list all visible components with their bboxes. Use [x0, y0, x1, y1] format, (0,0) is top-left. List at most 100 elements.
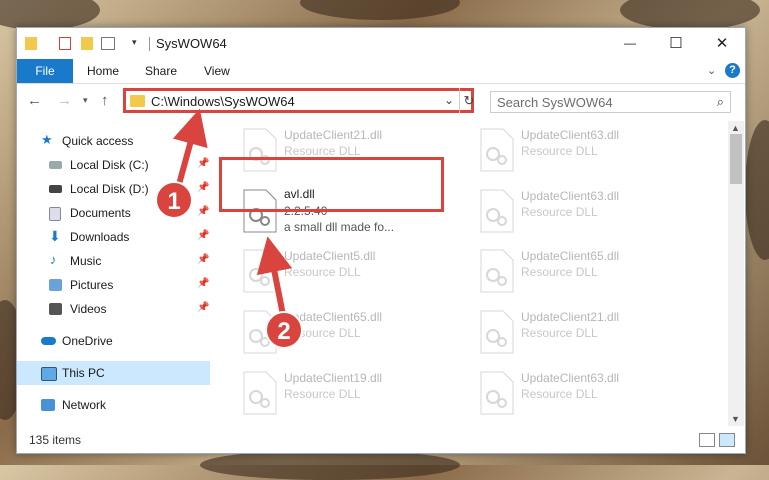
file-name: UpdateClient5.dll: [284, 249, 376, 263]
pin-icon: 📌: [197, 158, 210, 169]
file-type: Resource DLL: [521, 265, 598, 279]
dll-file-icon: [480, 310, 514, 354]
help-icon[interactable]: ?: [725, 63, 740, 78]
properties-icon[interactable]: [59, 37, 71, 50]
drive-icon: [49, 161, 62, 169]
scroll-thumb[interactable]: [730, 134, 742, 184]
dll-file-icon: [480, 128, 514, 172]
file-item[interactable]: UpdateClient63.dll Resource DLL: [473, 367, 698, 421]
file-item[interactable]: UpdateClient5.dll Resource DLL: [236, 245, 461, 299]
search-icon[interactable]: ⌕: [717, 94, 724, 110]
file-type: Resource DLL: [521, 387, 598, 401]
pin-icon: 📌: [197, 206, 210, 217]
status-bar: 135 items: [17, 428, 745, 452]
tab-home[interactable]: Home: [87, 59, 119, 83]
file-type: Resource DLL: [521, 144, 598, 158]
explorer-window: ▾ SysWOW64 — ☐ ✕ File Home Share View ⌄ …: [16, 27, 746, 454]
minimize-button[interactable]: —: [607, 28, 653, 59]
file-name: UpdateClient21.dll: [521, 310, 620, 324]
file-type: Resource DLL: [284, 144, 361, 158]
sidebar-item-label: Videos: [70, 302, 107, 316]
sidebar-item-this-pc[interactable]: This PC: [17, 361, 210, 385]
star-icon: ★: [41, 132, 53, 147]
quick-access-customize-icon[interactable]: [101, 37, 115, 50]
step-callout-2: 2: [265, 311, 303, 349]
sidebar-item-downloads[interactable]: ⬇ Downloads 📌: [17, 225, 210, 249]
refresh-icon[interactable]: ↻: [459, 88, 478, 113]
folder-icon[interactable]: [25, 37, 37, 50]
dll-file-icon: [243, 371, 277, 415]
sidebar-item-videos[interactable]: Videos 📌: [17, 297, 210, 321]
sidebar-item-onedrive[interactable]: OneDrive: [17, 329, 210, 353]
sidebar-item-label: Documents: [70, 206, 131, 220]
sidebar-item-label: This PC: [62, 366, 105, 380]
dll-file-icon: [243, 249, 277, 293]
large-icons-view-icon[interactable]: [719, 433, 735, 447]
close-button[interactable]: ✕: [699, 28, 745, 59]
tab-file[interactable]: File: [17, 59, 73, 83]
download-icon: ⬇: [49, 228, 61, 244]
scroll-up-icon[interactable]: ▲: [731, 123, 740, 133]
dll-file-icon: [480, 371, 514, 415]
forward-arrow-icon[interactable]: →: [57, 92, 72, 109]
search-placeholder[interactable]: Search SysWOW64: [497, 95, 613, 110]
sidebar-item-label: Music: [70, 254, 102, 268]
file-name: UpdateClient21.dll: [284, 128, 383, 142]
sidebar-item-label: OneDrive: [62, 334, 113, 348]
file-item[interactable]: UpdateClient21.dll Resource DLL: [473, 306, 698, 360]
file-type: Resource DLL: [284, 265, 361, 279]
videos-icon: [49, 303, 62, 315]
highlight-selected-file: [219, 157, 444, 212]
sidebar-item-local-disk-c[interactable]: Local Disk (C:) 📌: [17, 153, 210, 177]
sidebar-item-pictures[interactable]: Pictures 📌: [17, 273, 210, 297]
navigation-pane: ★ Quick access Local Disk (C:) 📌 Local D…: [17, 121, 210, 421]
file-name: UpdateClient63.dll: [521, 128, 620, 142]
chevron-down-icon[interactable]: ▾: [132, 37, 144, 50]
folder-icon: [130, 95, 145, 107]
new-folder-icon[interactable]: [81, 37, 93, 50]
maximize-button[interactable]: ☐: [653, 28, 699, 59]
file-name: UpdateClient63.dll: [521, 189, 620, 203]
pin-icon: 📌: [197, 254, 210, 265]
file-item[interactable]: UpdateClient65.dll Resource DLL: [473, 245, 698, 299]
file-item[interactable]: UpdateClient63.dll Resource DLL: [473, 185, 698, 239]
recent-locations-icon[interactable]: ▾: [83, 95, 88, 106]
file-type: Resource DLL: [521, 205, 598, 219]
vertical-scrollbar[interactable]: ▲ ▼: [728, 121, 744, 426]
title-bar: ▾ SysWOW64 — ☐ ✕: [17, 28, 745, 59]
address-bar[interactable]: C:\Windows\SysWOW64 ⌄ ↻: [123, 88, 474, 113]
pin-icon: 📌: [197, 182, 210, 193]
file-name: UpdateClient19.dll: [284, 371, 383, 385]
address-path[interactable]: C:\Windows\SysWOW64: [151, 94, 295, 109]
chevron-down-icon[interactable]: ⌄: [444, 93, 454, 107]
sidebar-item-label: Network: [62, 398, 107, 412]
file-type: Resource DLL: [521, 326, 598, 340]
sidebar-item-network[interactable]: Network: [17, 393, 210, 417]
tab-share[interactable]: Share: [145, 59, 177, 83]
navigation-bar: ← → ▾ ↑ C:\Windows\SysWOW64 ⌄ ↻ Search S…: [17, 83, 745, 119]
file-name: UpdateClient65.dll: [521, 249, 620, 263]
sidebar-item-quick-access[interactable]: ★ Quick access: [17, 129, 210, 153]
scroll-down-icon[interactable]: ▼: [731, 414, 740, 424]
up-arrow-icon[interactable]: ↑: [101, 92, 109, 109]
sidebar-item-label: Downloads: [70, 230, 130, 244]
documents-icon: [49, 207, 61, 221]
file-item[interactable]: UpdateClient63.dll Resource DLL: [473, 124, 698, 178]
tab-view[interactable]: View: [204, 59, 230, 83]
back-arrow-icon[interactable]: ←: [27, 92, 42, 109]
pin-icon: 📌: [197, 302, 210, 313]
sidebar-item-label: Quick access: [62, 134, 134, 148]
expand-ribbon-icon[interactable]: ⌄: [707, 64, 716, 77]
pictures-icon: [49, 279, 62, 291]
file-item[interactable]: UpdateClient19.dll Resource DLL: [236, 367, 461, 421]
sidebar-item-label: Local Disk (D:): [70, 182, 149, 196]
details-view-icon[interactable]: [699, 433, 715, 447]
sidebar-item-music[interactable]: ♪ Music 📌: [17, 249, 210, 273]
dll-file-icon: [480, 249, 514, 293]
sidebar-item-label: Pictures: [70, 278, 114, 292]
dll-file-icon: [480, 189, 514, 233]
file-name: UpdateClient63.dll: [521, 371, 620, 385]
drive-icon: [49, 185, 62, 193]
window-title: SysWOW64: [156, 36, 227, 51]
search-input[interactable]: Search SysWOW64 ⌕: [490, 91, 731, 113]
